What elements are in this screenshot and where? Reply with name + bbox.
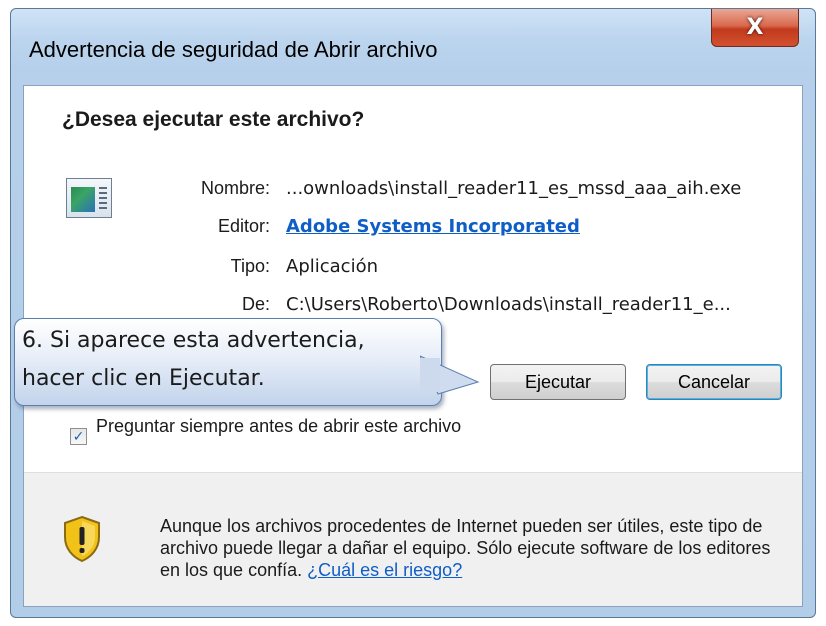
type-value: Aplicación — [286, 256, 378, 277]
callout-line-2: hacer clic en Ejecutar. — [22, 366, 265, 391]
publisher-label: Editor: — [217, 216, 270, 236]
security-warning-dialog: Advertencia de seguridad de Abrir archiv… — [10, 8, 816, 618]
dialog-title: Advertencia de seguridad de Abrir archiv… — [29, 37, 438, 62]
from-value: C:\Users\Roberto\Downloads\install_reade… — [286, 294, 731, 315]
risk-link[interactable]: ¿Cuál es el riesgo? — [307, 560, 462, 580]
publisher-link[interactable]: Adobe Systems Incorporated — [286, 216, 580, 237]
close-icon: X — [746, 15, 764, 40]
name-label: Nombre: — [200, 178, 270, 198]
name-value: ...ownloads\install_reader11_es_mssd_aaa… — [286, 178, 742, 199]
always-ask-label[interactable]: Preguntar siempre antes de abrir este ar… — [96, 416, 476, 436]
dialog-question: ¿Desea ejecutar este archivo? — [62, 108, 365, 131]
warning-text: Aunque los archivos procedentes de Inter… — [160, 515, 786, 581]
run-button[interactable]: Ejecutar — [490, 364, 626, 400]
cancel-button[interactable]: Cancelar — [646, 364, 782, 400]
run-button-label: Ejecutar — [524, 371, 592, 392]
application-file-icon — [66, 178, 112, 218]
warning-shield-icon — [64, 515, 100, 563]
warning-footer: Aunque los archivos procedentes de Inter… — [24, 473, 802, 606]
callout-line-1: 6. Si aparece esta advertencia, — [22, 328, 365, 353]
close-button[interactable]: X — [711, 9, 799, 47]
always-ask-checkbox[interactable]: ✓ — [70, 428, 87, 445]
warning-message: Aunque los archivos procedentes de Inter… — [160, 516, 771, 580]
from-label: De: — [241, 294, 270, 314]
callout-text: 6. Si aparece esta advertencia, hacer cl… — [22, 320, 432, 398]
cancel-button-label: Cancelar — [677, 371, 751, 392]
type-label: Tipo: — [230, 256, 270, 276]
